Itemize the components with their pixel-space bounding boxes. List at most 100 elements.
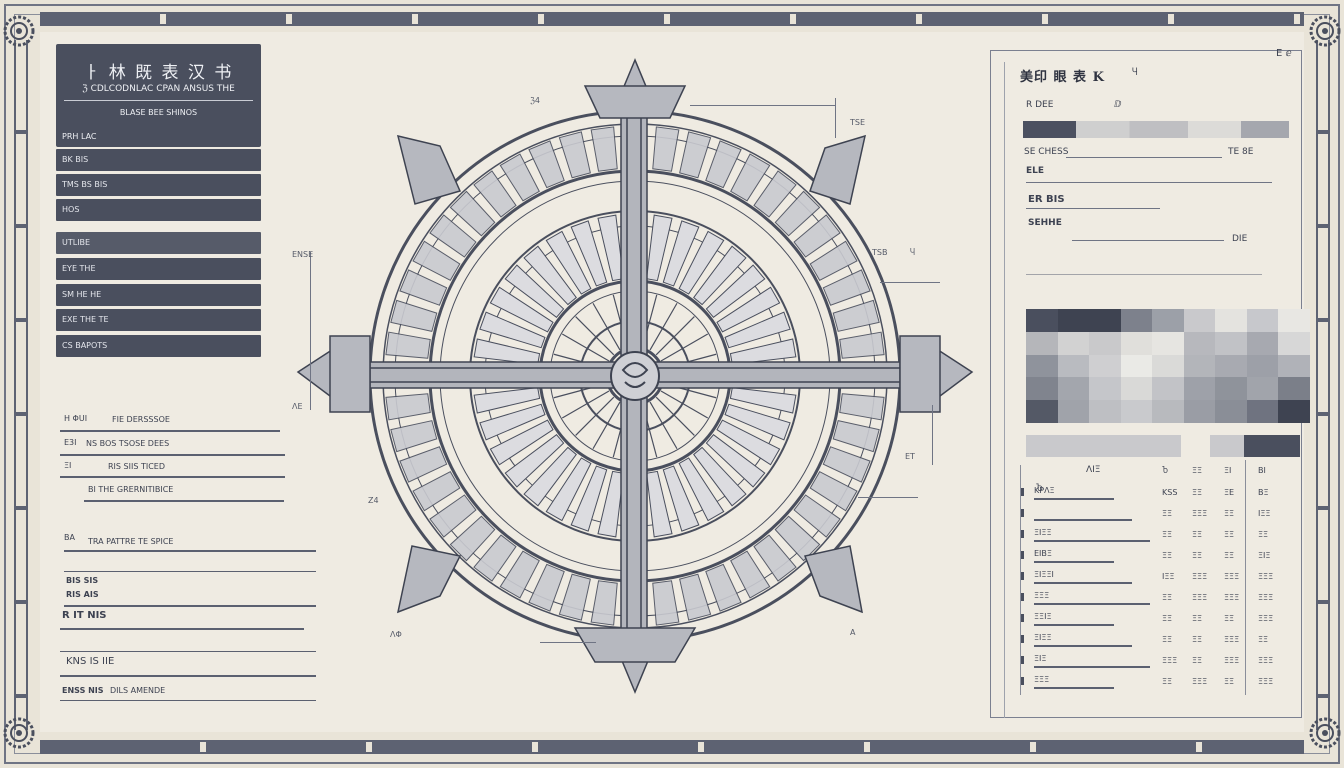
table-cell: ΞΞ [1192,614,1203,623]
table-row-bar [1034,624,1114,626]
color-swatch [1246,331,1278,355]
field-underline [60,628,304,630]
table-cell: ΞΞ [1192,656,1203,665]
color-swatch [1057,331,1089,355]
top-ornament-band [40,12,1304,26]
table-row-bar [1034,687,1114,689]
table-header-cell: ΛIΞ [1086,465,1101,475]
table-row-label: ΞΙΞΞ [1034,528,1052,537]
diagram-annotation: TSE [850,118,866,127]
color-swatch [1057,400,1089,423]
table-cell: ΞΞΞ [1192,677,1208,686]
field-key: H ΦUΙ [64,414,88,423]
table-row-label: ΞΙΞ [1034,654,1047,663]
color-swatch [1089,354,1121,378]
right-underline [1026,182,1272,183]
right-label: ELE [1026,166,1045,176]
right-label: SEHHE [1028,218,1062,228]
table-cell: ΞΞΞ [1258,593,1274,602]
table-cell: ΞΙΞ [1258,551,1271,560]
table-cell: ΞΞ [1162,530,1173,539]
field-value: FIE DERSSSOE [112,415,170,424]
color-swatch [1057,354,1089,378]
field-underline [60,476,285,478]
mandala-blade [679,573,712,621]
menu-button[interactable]: CS BAPOTS [56,335,261,357]
color-swatch [1278,331,1310,355]
menu-button[interactable]: HOS [56,199,261,221]
table-row-marker [1021,635,1024,643]
color-swatch [1026,400,1058,423]
mandala-blade [385,331,431,359]
diagram-annotation: ΛΦ [390,630,402,639]
table-cell: ΞΞΞ [1224,656,1240,665]
table-cell: ΞΞΞ [1224,572,1240,581]
color-swatch [1215,354,1247,378]
field-underline [60,700,316,701]
table-cell: ΞΞ [1224,614,1235,623]
table-row-marker [1021,614,1024,622]
color-swatch [1215,400,1247,423]
menu-button[interactable]: SM HE HE [56,284,261,306]
mandala-blade [590,126,618,172]
mandala-spoke [660,390,709,419]
table-row-label: ΕΙΒΞ [1034,549,1052,558]
mandala-spoke [592,401,621,450]
table-row-marker [1021,677,1024,685]
diagram-annotation: ℨ4 [530,96,541,105]
mandala-blade [390,420,438,453]
table-cell: ΞΞ [1224,677,1235,686]
table-row-bar [1034,666,1150,668]
diagram-annotation: ENSE [292,250,314,259]
color-swatch [1120,331,1152,355]
table-cell: ΞΞ [1192,635,1203,644]
annotation-leader [690,105,835,106]
color-swatch [1120,354,1152,378]
table-row-label: ΞΞΞ [1034,591,1050,600]
color-swatch [1278,309,1310,332]
menu-button[interactable]: EXE THE TE [56,309,261,331]
table-cell: ΒΞ [1258,488,1269,497]
left-header-title: ㅏ 林 既 表 汉 书 [83,63,234,83]
mandala-blade [652,580,680,626]
table-row-bar [1034,603,1150,605]
color-swatch [1183,309,1215,332]
color-swatch [1089,400,1121,423]
menu-button[interactable]: BK BIS [56,149,261,171]
table-cell: ΞΞ [1162,614,1173,623]
table-row-marker [1021,593,1024,601]
corner-gear-icon [1309,15,1341,47]
table-cell: ΞΞ [1192,488,1203,497]
menu-button[interactable]: TMS BS BIS [56,174,261,196]
left-header-subtitle: ℨ CDLCODNLAC CPAN ANSUS THE [64,84,253,101]
color-swatch [1246,309,1278,332]
table-header-cell: Ⴆ [1162,466,1169,475]
table-row-bar [1034,561,1114,563]
diagram-annotation: ΛΕ [292,402,303,411]
color-swatch [1183,377,1215,401]
table-row-bar [1034,519,1132,521]
mandala-spoke [592,302,621,351]
field-underline [60,675,316,677]
field-key: RIS AIS [66,590,99,599]
table-header-cell: ΒΙ [1258,466,1266,475]
table-row-label: ΞΙΞΞ [1034,633,1052,642]
mandala-spoke [561,390,610,419]
mandala-spoke [655,316,695,356]
mandala-blade [832,299,880,332]
color-swatch [1089,309,1121,332]
field-key: ENSS NIS [62,686,104,695]
table-row-marker [1021,572,1024,580]
table-row-label: ΚΡΛΞ [1034,486,1055,495]
color-swatch [1215,377,1247,401]
annotation-leader [880,282,940,283]
field-underline [60,454,285,456]
menu-button[interactable]: UTLIBE [56,232,261,254]
field-key: E3I [64,438,77,447]
table-cell: ΞΞ [1258,530,1269,539]
menu-button[interactable]: EYE THE [56,258,261,280]
mandala-spoke [660,333,709,362]
mandala-blade [590,580,618,626]
color-swatch [1152,400,1184,423]
right-label: SE CHESS [1024,147,1069,157]
